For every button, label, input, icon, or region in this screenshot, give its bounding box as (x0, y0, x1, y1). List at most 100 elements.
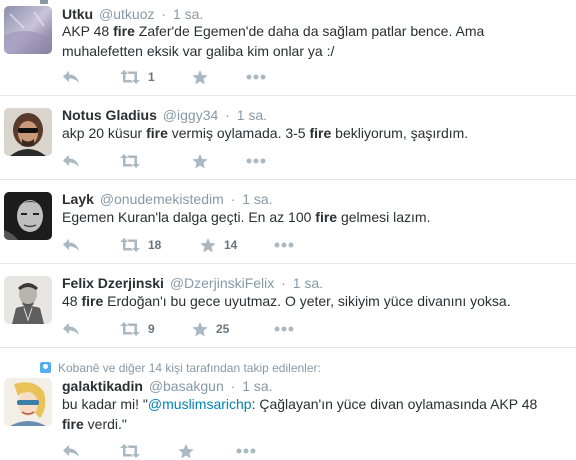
reply-button[interactable] (62, 68, 80, 86)
favorite-button[interactable]: 25 (192, 320, 229, 338)
reply-icon (63, 445, 79, 457)
retweet-button[interactable]: 1 (120, 68, 155, 86)
tweet-text: bu kadar mi! "@muslimsarichp: Çağlayan'ı… (62, 394, 562, 434)
username[interactable]: @basakgun (149, 378, 224, 394)
timestamp[interactable]: 1 sa. (242, 378, 272, 394)
person-icon (40, 362, 51, 373)
avatar[interactable] (4, 192, 52, 240)
fullname[interactable]: Notus Gladius (62, 107, 157, 123)
highlight-fire: fire (315, 209, 338, 225)
text-part: Erdoğan'ı bu gece uyutmaz. O yeter, siki… (103, 293, 511, 309)
retweet-icon (120, 70, 140, 84)
favorite-button[interactable] (192, 152, 216, 170)
favorite-button[interactable] (178, 442, 202, 460)
tweet-actions: 18 14 (62, 236, 362, 254)
reply-icon (63, 323, 79, 335)
tweet-text: 48 fire Erdoğan'ı bu gece uyutmaz. O yet… (62, 291, 562, 311)
reply-button[interactable] (62, 442, 80, 460)
username[interactable]: @utkuoz (99, 6, 154, 22)
star-icon (192, 153, 208, 168)
tweet[interactable]: Utku @utkuoz · 1 sa. AKP 48 fire Zafer'd… (0, 0, 576, 96)
tweet-header: galaktikadin @basakgun · 1 sa. (62, 378, 273, 395)
reply-button[interactable] (62, 320, 80, 338)
timestamp[interactable]: 1 sa. (237, 107, 267, 123)
separator-dot: · (281, 275, 286, 291)
text-part: : Çağlayan'ın yüce divan oylamasında AKP… (251, 396, 538, 412)
highlight-fire: fire (62, 416, 84, 432)
retweet-button[interactable]: 9 (120, 320, 155, 338)
tweet[interactable]: Notus Gladius @iggy34 · 1 sa. akp 20 küs… (0, 96, 576, 180)
tweet-text: Egemen Kuran'la dalga geçti. En az 100 f… (62, 207, 562, 227)
fullname[interactable]: Felix Dzerjinski (62, 275, 164, 291)
star-icon (200, 237, 216, 252)
star-icon (192, 69, 208, 84)
highlight-fire: fire (309, 125, 332, 141)
more-button[interactable] (274, 236, 294, 254)
text-part: vermiş oylamada. 3-5 (167, 125, 310, 141)
more-button[interactable] (236, 442, 256, 460)
fullname[interactable]: Layk (62, 191, 94, 207)
tweet[interactable]: Layk @onudemekistedim · 1 sa. Egemen Kur… (0, 180, 576, 264)
follow-context-text[interactable]: Kobanê ve diğer 14 kişi tarafından takip… (58, 361, 321, 375)
favorite-count: 14 (224, 238, 238, 252)
timestamp[interactable]: 1 sa. (173, 6, 203, 22)
separator-dot: · (230, 378, 236, 394)
text-part: akp 20 küsur (62, 125, 147, 141)
reply-button[interactable] (62, 152, 80, 170)
text-part: bu kadar mi! " (62, 396, 148, 412)
tweet-actions: 1 (62, 68, 362, 86)
avatar[interactable] (4, 6, 52, 54)
separator-dot: · (230, 191, 236, 207)
text-part: verdi." (83, 416, 127, 432)
timestamp[interactable]: 1 sa. (242, 191, 272, 207)
fullname[interactable]: Utku (62, 6, 93, 22)
mention-link[interactable]: @muslimsarichp (148, 396, 252, 412)
tweet-text: akp 20 küsur fire vermiş oylamada. 3-5 f… (62, 123, 562, 143)
star-icon (192, 321, 208, 336)
text-part: bekliyorum, şaşırdım. (331, 125, 469, 141)
tweet-actions: 9 25 (62, 320, 362, 338)
retweet-button[interactable] (120, 152, 148, 170)
tweet-header: Felix Dzerjinski @DzerjinskiFelix · 1 sa… (62, 275, 323, 292)
tweet[interactable]: Felix Dzerjinski @DzerjinskiFelix · 1 sa… (0, 264, 576, 348)
retweet-count: 9 (148, 322, 155, 336)
retweet-icon (120, 322, 140, 336)
avatar[interactable] (4, 276, 52, 324)
star-icon (178, 443, 194, 458)
timestamp[interactable]: 1 sa. (293, 275, 323, 291)
username[interactable]: @iggy34 (163, 107, 218, 123)
more-icon (246, 158, 266, 164)
username[interactable]: @DzerjinskiFelix (170, 275, 274, 291)
text-part: gelmesi lazım. (337, 209, 431, 225)
favorite-button[interactable] (192, 68, 216, 86)
highlight-fire: fire (146, 125, 168, 141)
tweet-header: Layk @onudemekistedim · 1 sa. (62, 191, 273, 208)
favorite-count: 25 (216, 322, 230, 336)
username[interactable]: @onudemekistedim (100, 191, 224, 207)
retweet-icon (120, 154, 140, 168)
more-icon (246, 74, 266, 80)
more-button[interactable] (246, 152, 266, 170)
tweet-actions (62, 442, 362, 460)
avatar[interactable] (4, 108, 52, 156)
tweet[interactable]: Kobanê ve diğer 14 kişi tarafından takip… (0, 348, 576, 460)
tweet-header: Notus Gladius @iggy34 · 1 sa. (62, 107, 267, 124)
favorite-button[interactable]: 14 (200, 236, 237, 254)
fullname[interactable]: galaktikadin (62, 378, 143, 394)
more-button[interactable] (246, 68, 266, 86)
avatar[interactable] (4, 378, 52, 426)
highlight-fire: fire (81, 293, 104, 309)
reply-icon (63, 71, 79, 83)
reply-icon (63, 239, 79, 251)
retweet-button[interactable]: 18 (120, 236, 161, 254)
more-icon (274, 326, 294, 332)
retweet-icon (120, 238, 140, 252)
highlight-fire: fire (113, 23, 135, 39)
text-part: Egemen Kuran'la dalga geçti. En az 100 (62, 209, 316, 225)
tweet-text: AKP 48 fire Zafer'de Egemen'de daha da s… (62, 21, 562, 61)
reply-button[interactable] (62, 236, 80, 254)
retweet-button[interactable] (120, 442, 148, 460)
text-part: AKP 48 (62, 23, 114, 39)
retweet-icon (120, 444, 140, 458)
more-button[interactable] (274, 320, 294, 338)
